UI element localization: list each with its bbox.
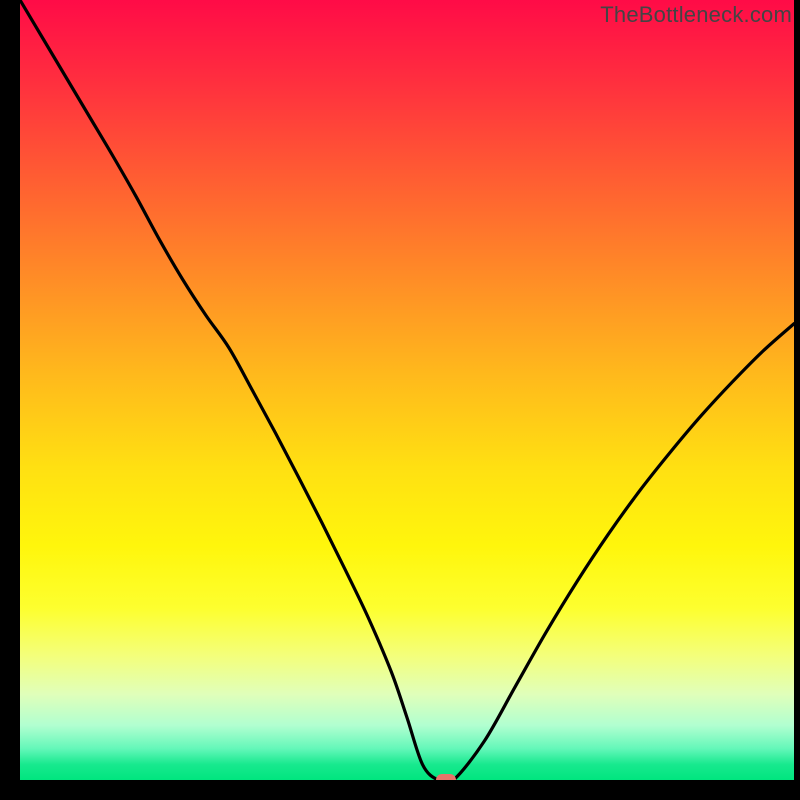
chart-frame: TheBottleneck.com bbox=[0, 0, 800, 800]
watermark-text: TheBottleneck.com bbox=[600, 2, 792, 28]
optimum-marker bbox=[436, 774, 456, 780]
plot-area bbox=[20, 0, 794, 780]
bottleneck-curve bbox=[20, 0, 794, 780]
